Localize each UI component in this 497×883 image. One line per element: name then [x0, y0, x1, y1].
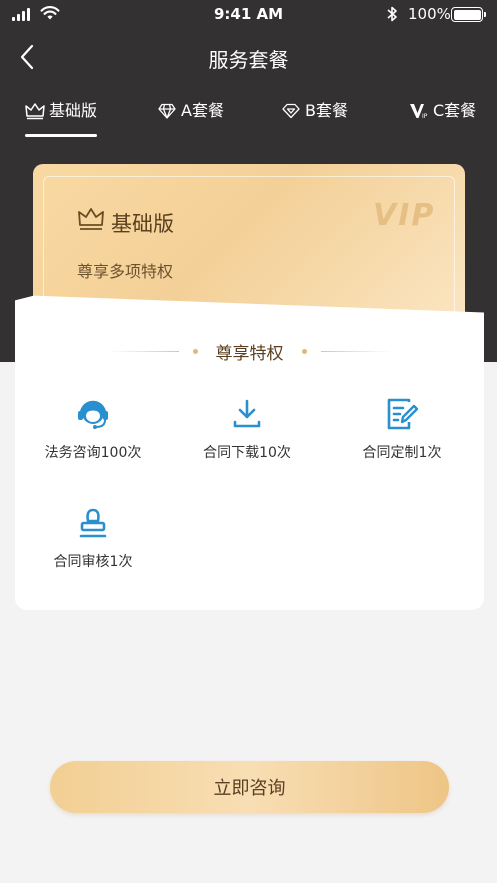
- vip-watermark: VIP: [373, 198, 436, 233]
- privilege-label: 合同定制1次: [362, 445, 442, 461]
- privilege-item: 法务咨询100次: [18, 394, 168, 462]
- privilege-label: 合同审核1次: [53, 554, 133, 570]
- vip-icon: IP: [409, 100, 429, 122]
- customer-service-icon: [18, 394, 168, 434]
- status-bar: 9:41 AM 100%: [0, 0, 497, 30]
- privilege-item: 合同审核1次: [18, 503, 168, 571]
- tab-basic[interactable]: 基础版: [25, 100, 98, 140]
- tab-label: B套餐: [305, 101, 348, 120]
- tab-label: 基础版: [49, 101, 98, 120]
- page-title: 服务套餐: [208, 48, 289, 72]
- tab-c[interactable]: IP C套餐: [409, 100, 476, 140]
- consult-now-button[interactable]: 立即咨询: [50, 761, 449, 813]
- diamond-icon: [157, 100, 177, 122]
- stamp-icon: [18, 503, 168, 543]
- divider-dot: [192, 348, 198, 354]
- gem-icon: [281, 100, 301, 122]
- bluetooth-icon: [387, 6, 397, 22]
- privilege-label: 法务咨询100次: [44, 445, 142, 461]
- crown-icon: [78, 208, 104, 230]
- svg-text:IP: IP: [422, 113, 428, 120]
- divider: [320, 350, 391, 352]
- download-icon: [172, 394, 322, 434]
- crown-icon: [25, 100, 45, 122]
- tab-b[interactable]: B套餐: [281, 100, 348, 140]
- divider-dot: [301, 348, 307, 354]
- divider: [108, 350, 179, 352]
- package-tabs: 基础版 A套餐 B套餐 IP C套餐: [0, 100, 497, 140]
- battery-icon: [451, 7, 486, 22]
- privilege-label: 合同下载10次: [203, 445, 291, 461]
- tab-a[interactable]: A套餐: [157, 100, 224, 140]
- card-subtitle: 尊享多项特权: [77, 262, 174, 281]
- edit-document-icon: [327, 394, 477, 434]
- privileges-header: 尊享特权: [15, 338, 484, 364]
- privilege-item: 合同定制1次: [327, 394, 477, 462]
- tab-label: C套餐: [433, 101, 477, 120]
- tab-label: A套餐: [181, 101, 224, 120]
- battery-percent: 100%: [408, 5, 451, 23]
- privilege-item: 合同下载10次: [172, 394, 322, 462]
- card-title: 基础版: [111, 212, 174, 236]
- privileges-title: 尊享特权: [215, 343, 284, 364]
